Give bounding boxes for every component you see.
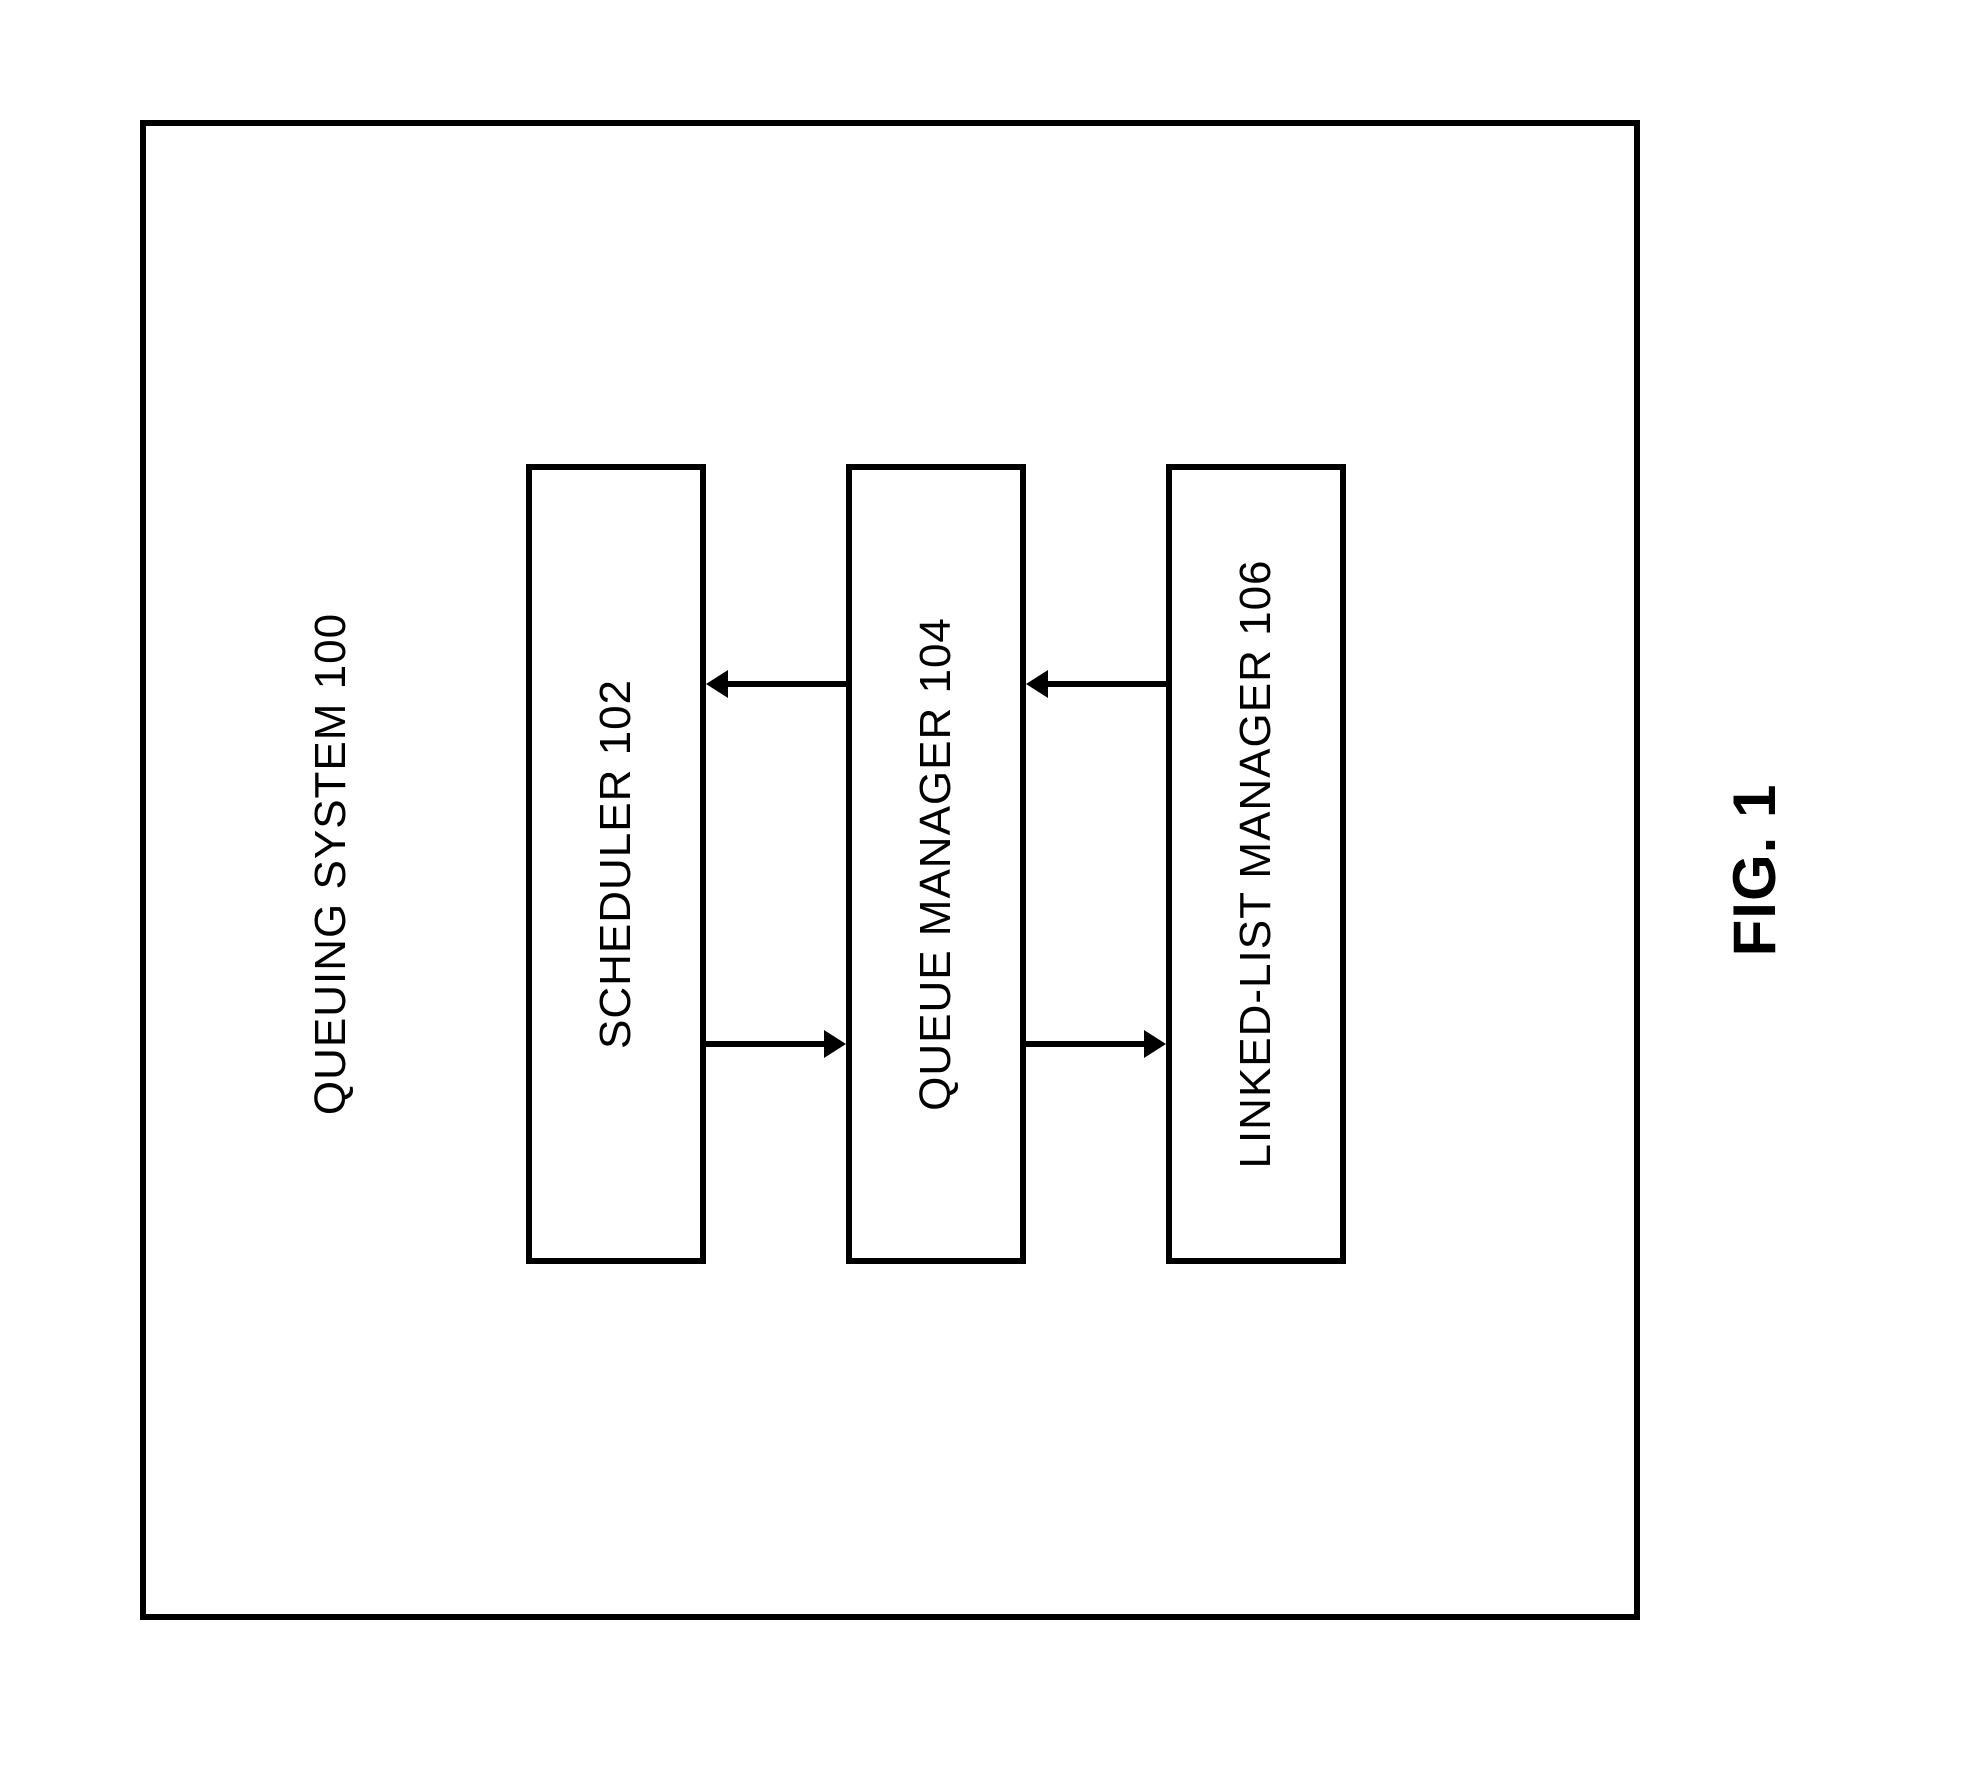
figure-caption: FIG. 1 <box>1720 120 1789 1620</box>
diagram-rotated-stage: QUEUING SYSTEM 100 SCHEDULER 102 QUEUE M… <box>140 120 1820 1620</box>
block-scheduler-label: SCHEDULER 102 <box>591 679 641 1049</box>
block-scheduler: SCHEDULER 102 <box>526 464 706 1264</box>
page: QUEUING SYSTEM 100 SCHEDULER 102 QUEUE M… <box>0 0 1966 1770</box>
block-linked-list-manager: LINKED-LIST MANAGER 106 <box>1166 464 1346 1264</box>
block-queue-manager-label: QUEUE MANAGER 104 <box>911 617 961 1111</box>
block-queue-manager: QUEUE MANAGER 104 <box>846 464 1026 1264</box>
system-title: QUEUING SYSTEM 100 <box>306 114 356 1614</box>
system-frame: QUEUING SYSTEM 100 SCHEDULER 102 QUEUE M… <box>140 120 1640 1620</box>
block-linked-list-manager-label: LINKED-LIST MANAGER 106 <box>1231 559 1281 1168</box>
